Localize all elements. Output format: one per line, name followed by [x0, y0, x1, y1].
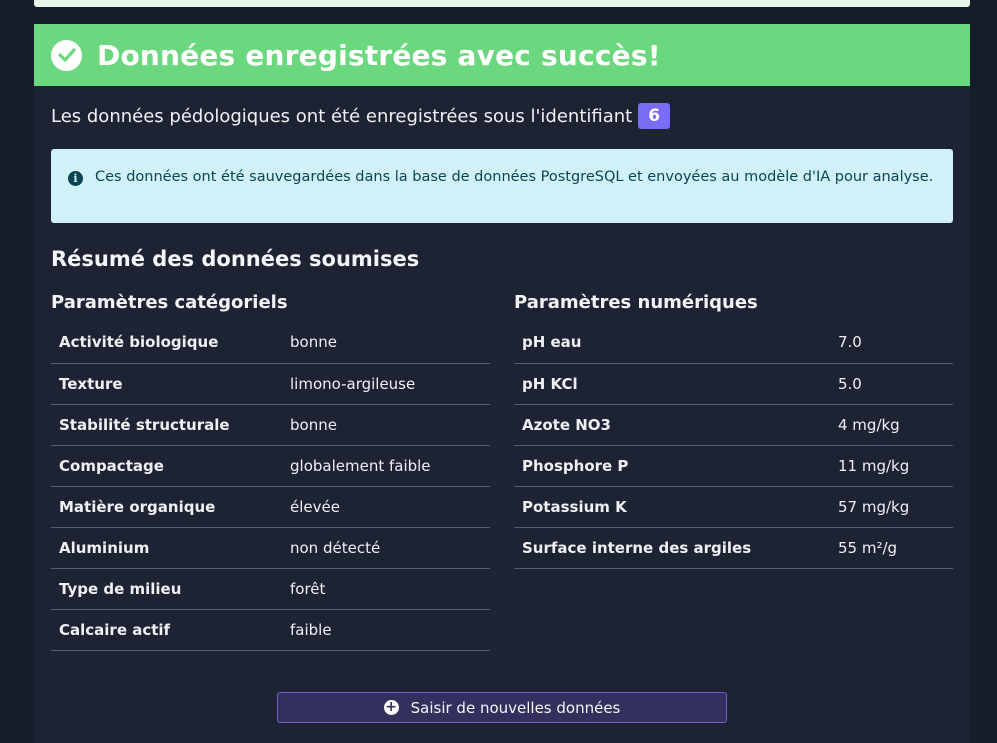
param-name: Potassium K	[522, 497, 627, 516]
table-row: Compactage globalement faible	[51, 445, 490, 486]
table-row: Type de milieu forêt	[51, 568, 490, 609]
new-data-button[interactable]: + Saisir de nouvelles données	[277, 692, 727, 723]
categorical-section: Paramètres catégoriels Activité biologiq…	[51, 292, 490, 651]
info-alert-text: Ces données ont été sauvegardées dans la…	[95, 169, 934, 185]
param-name: Type de milieu	[59, 579, 182, 598]
param-name: Phosphore P	[522, 456, 629, 475]
param-name: pH KCl	[522, 374, 578, 393]
param-name: Matière organique	[59, 497, 216, 516]
param-value: 5.0	[838, 374, 862, 393]
table-row: Surface interne des argiles 55 m²/g	[514, 527, 953, 568]
param-name: Aluminium	[59, 538, 150, 557]
param-value: 7.0	[838, 333, 862, 352]
param-value: bonne	[290, 333, 337, 352]
param-value: 11 mg/kg	[838, 456, 910, 475]
table-row: Matière organique élevée	[51, 486, 490, 527]
saved-id-line: Les données pédologiques ont été enregis…	[51, 103, 671, 129]
table-row: Activité biologique bonne	[51, 322, 490, 363]
table-row: pH eau 7.0	[514, 322, 953, 363]
param-name: Texture	[59, 374, 123, 393]
record-id-badge: 6	[638, 103, 671, 129]
param-name: pH eau	[522, 333, 582, 352]
table-row: Azote NO3 4 mg/kg	[514, 404, 953, 445]
param-name: Activité biologique	[59, 333, 219, 352]
table-row: pH KCl 5.0	[514, 363, 953, 404]
table-row: Texture limono-argileuse	[51, 363, 490, 404]
param-value: globalement faible	[290, 456, 431, 475]
param-name: Surface interne des argiles	[522, 538, 752, 557]
check-circle-icon	[51, 39, 82, 71]
table-row: Potassium K 57 mg/kg	[514, 486, 953, 527]
numeric-title: Paramètres numériques	[514, 292, 758, 313]
summary-title: Résumé des données soumises	[51, 247, 420, 271]
categorical-title: Paramètres catégoriels	[51, 292, 288, 313]
param-value: 55 m²/g	[838, 538, 898, 557]
new-data-button-label: Saisir de nouvelles données	[410, 698, 621, 717]
param-name: Azote NO3	[522, 415, 611, 434]
info-alert: i Ces données ont été sauvegardées dans …	[51, 149, 953, 223]
previous-card-edge	[34, 0, 970, 7]
info-icon: i	[68, 171, 83, 186]
param-value: forêt	[290, 579, 326, 598]
table-row: Aluminium non détecté	[51, 527, 490, 568]
numeric-table: pH eau 7.0 pH KCl 5.0 Azote NO3 4 mg/kg Pho…	[514, 322, 953, 569]
param-value: bonne	[290, 415, 337, 434]
param-name: Stabilité structurale	[59, 415, 230, 434]
param-value: limono-argileuse	[290, 374, 416, 393]
param-name: Calcaire actif	[59, 620, 171, 639]
table-row: Phosphore P 11 mg/kg	[514, 445, 953, 486]
categorical-table: Activité biologique bonne Texture limono-a…	[51, 322, 490, 651]
table-row: Calcaire actif faible	[51, 609, 490, 650]
table-row: Stabilité structurale bonne	[51, 404, 490, 445]
result-card: Données enregistrées avec succès! Les do…	[34, 24, 970, 743]
success-title: Données enregistrées avec succès!	[97, 38, 661, 72]
param-value: 57 mg/kg	[838, 497, 910, 516]
saved-text: Les données pédologiques ont été enregis…	[51, 105, 633, 127]
param-value: non détecté	[290, 538, 381, 557]
param-name: Compactage	[59, 456, 164, 475]
param-value: faible	[290, 620, 332, 639]
param-value: 4 mg/kg	[838, 415, 900, 434]
param-value: élevée	[290, 497, 340, 516]
plus-circle-icon: +	[383, 699, 399, 715]
numeric-section: Paramètres numériques pH eau 7.0 pH KCl 5.…	[514, 292, 953, 569]
success-banner: Données enregistrées avec succès!	[34, 24, 970, 86]
